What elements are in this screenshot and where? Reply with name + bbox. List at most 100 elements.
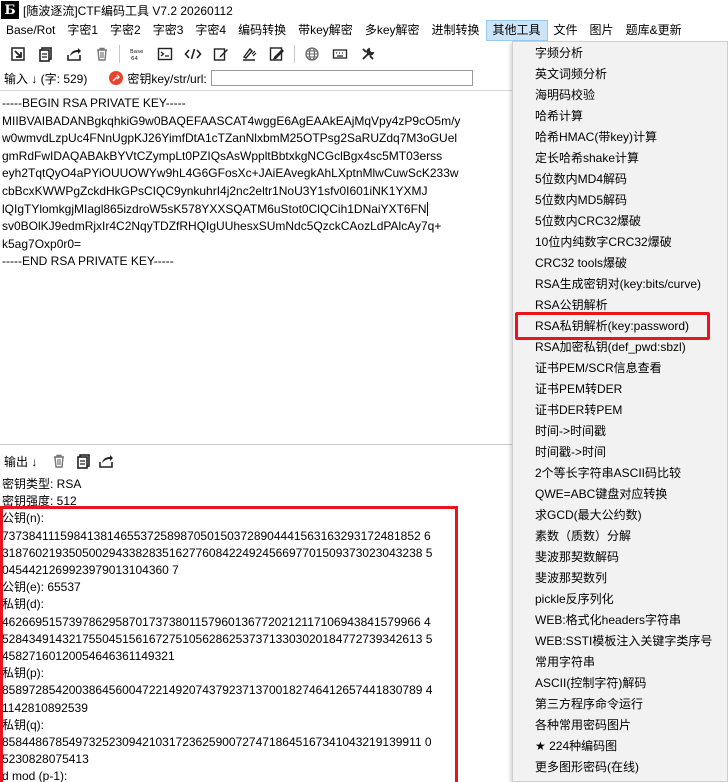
- other-tools-dropdown: 字频分析 英文词频分析 海明码校验 哈希计算 哈希HMAC(带key)计算 定长…: [512, 41, 728, 782]
- app-icon: Б: [1, 1, 19, 19]
- menu-item-prime-factorization[interactable]: 素数（质数）分解: [513, 526, 727, 547]
- toolbar-separator: [294, 45, 295, 63]
- output-line: 公钥(e): 65537: [2, 580, 81, 595]
- output-line: 8584486785497325230942103172362590072747…: [2, 735, 432, 750]
- menu-encoding-convert[interactable]: 编码转换: [232, 20, 292, 41]
- output-line: 8589728542003864560047221492074379237137…: [2, 683, 433, 698]
- menu-item-hash-calc[interactable]: 哈希计算: [513, 106, 727, 127]
- menu-item-ascii-control-decode[interactable]: ASCII(控制字符)解码: [513, 673, 727, 694]
- menu-file[interactable]: 文件: [548, 20, 584, 41]
- terminal-icon[interactable]: [151, 42, 179, 66]
- input-bar: 输入 ↓ (字: 529) 密钥key/str/url:: [0, 68, 515, 88]
- menu-item-rsa-public-key-parse[interactable]: RSA公钥解析: [513, 295, 727, 316]
- output-line: 密钥强度: 512: [2, 494, 77, 509]
- input-textarea[interactable]: -----BEGIN RSA PRIVATE KEY----- MIIBVAIB…: [0, 90, 512, 440]
- title-bar: Б [随波逐流]CTF编码工具 V7.2 20260112: [0, 0, 728, 20]
- input-line: cbBcxKWWPgZckdHkGPsCIQC9ynkuhrI4j2nc2elt…: [2, 183, 428, 198]
- globe-icon[interactable]: [298, 42, 326, 66]
- output-label: 输出 ↓: [4, 454, 38, 469]
- input-line: w0wmvdLzpUc4FNnUgpKJ26YimfDtA1cTZanNlxbm…: [2, 131, 458, 146]
- menu-item-hmac-calc[interactable]: 哈希HMAC(带key)计算: [513, 127, 727, 148]
- menu-item-timestamp-to-time[interactable]: 时间戳->时间: [513, 442, 727, 463]
- keyboard-icon[interactable]: [326, 42, 354, 66]
- tools-icon[interactable]: [354, 42, 382, 66]
- menu-item-shake-calc[interactable]: 定长哈希shake计算: [513, 148, 727, 169]
- menu-item-cert-pem-view[interactable]: 证书PEM/SCR信息查看: [513, 358, 727, 379]
- trash-icon[interactable]: [88, 42, 116, 66]
- toolbar: Base 64: [0, 41, 515, 67]
- output-line: 公钥(n):: [2, 511, 45, 526]
- output-line: 密钥类型: RSA: [2, 477, 82, 491]
- code-icon[interactable]: [179, 42, 207, 66]
- menu-item-crc32-5digit[interactable]: 5位数内CRC32爆破: [513, 211, 727, 232]
- format-icon[interactable]: [235, 42, 263, 66]
- import-icon[interactable]: [4, 42, 32, 66]
- menu-item-time-to-timestamp[interactable]: 时间->时间戳: [513, 421, 727, 442]
- text-caret: [426, 202, 428, 217]
- menu-item-pickle-deserialize[interactable]: pickle反序列化: [513, 589, 727, 610]
- key-input[interactable]: [210, 70, 473, 86]
- menu-multikey-decrypt[interactable]: 多key解密: [359, 20, 426, 41]
- menu-update[interactable]: 题库&更新: [620, 20, 688, 41]
- menu-item-gcd[interactable]: 求GCD(最大公约数): [513, 505, 727, 526]
- input-line: MIIBVAIBADANBgkqhkiG9w0BAQEFAASCAT4wggE6…: [2, 113, 461, 128]
- menu-item-der-to-pem[interactable]: 证书DER转PEM: [513, 400, 727, 421]
- menu-zimi1[interactable]: 字密1: [61, 20, 104, 41]
- menu-item-qwe-abc[interactable]: QWE=ABC键盘对应转换: [513, 484, 727, 505]
- menu-key-decrypt[interactable]: 带key解密: [292, 20, 359, 41]
- menu-item-rsa-private-key-parse[interactable]: RSA私钥解析(key:password): [513, 316, 727, 337]
- output-line: 5284349143217550451561672751056286253737…: [2, 631, 433, 646]
- toolbar-separator: [119, 45, 120, 63]
- input-line: k5ag7Oxp0r0=: [2, 236, 82, 251]
- menu-item-rsa-encrypt-private-key[interactable]: RSA加密私钥(def_pwd:sbzl): [513, 337, 727, 358]
- menu-item-char-frequency[interactable]: 字频分析: [513, 43, 727, 64]
- menu-item-web-headers-format[interactable]: WEB:格式化headers字符串: [513, 610, 727, 631]
- menu-item-common-strings[interactable]: 常用字符串: [513, 652, 727, 673]
- clear-output-icon[interactable]: [45, 449, 73, 473]
- output-line: d mod (p-1):: [2, 769, 68, 782]
- menu-item-web-ssti[interactable]: WEB:SSTI模板注入关键字类序号: [513, 631, 727, 652]
- menu-item-crc32-tools[interactable]: CRC32 tools爆破: [513, 253, 727, 274]
- output-line: 5230828075413: [2, 752, 89, 767]
- menu-item-pem-to-der[interactable]: 证书PEM转DER: [513, 379, 727, 400]
- copy-output-icon[interactable]: [73, 449, 95, 473]
- menu-item-ascii-compare[interactable]: 2个等长字符串ASCII码比较: [513, 463, 727, 484]
- pane-divider[interactable]: [0, 444, 512, 445]
- key-label: 密钥key/str/url:: [127, 71, 207, 86]
- output-line: 私钥(p):: [2, 666, 45, 681]
- menu-item-md4-decode[interactable]: 5位数内MD4解码: [513, 169, 727, 190]
- key-icon: [109, 71, 124, 85]
- input-line-text: lQIgTYlomkgjMIagl865izdroW5sK578YXXSQATM…: [2, 201, 427, 216]
- edit-icon[interactable]: [207, 42, 235, 66]
- share-icon[interactable]: [60, 42, 88, 66]
- menu-item-rsa-generate-keypair[interactable]: RSA生成密钥对(key:bits/curve): [513, 274, 727, 295]
- output-line: 0454421269923979013104360 7: [2, 563, 179, 578]
- menu-zimi2[interactable]: 字密2: [104, 20, 147, 41]
- menu-other-tools[interactable]: 其他工具: [485, 20, 548, 41]
- menu-item-224-encoding-chart[interactable]: ★ 224种编码图: [513, 736, 727, 757]
- pen-signature-icon[interactable]: [263, 42, 291, 66]
- menu-item-hamming-check[interactable]: 海明码校验: [513, 85, 727, 106]
- menu-image[interactable]: 图片: [584, 20, 620, 41]
- output-textarea[interactable]: 密钥类型: RSA 密钥强度: 512 公钥(n): 7373841115984…: [0, 476, 512, 782]
- window-title: [随波逐流]CTF编码工具 V7.2 20260112: [23, 3, 233, 18]
- menu-item-fibonacci-sequence[interactable]: 斐波那契数列: [513, 568, 727, 589]
- menu-item-cipher-images[interactable]: 各种常用密码图片: [513, 715, 727, 736]
- menu-item-crc32-10digit[interactable]: 10位内纯数字CRC32爆破: [513, 232, 727, 253]
- output-bar: 输出 ↓: [0, 450, 512, 472]
- menu-item-third-party-command[interactable]: 第三方程序命令运行: [513, 694, 727, 715]
- menu-zimi4[interactable]: 字密4: [189, 20, 232, 41]
- base64-icon[interactable]: Base 64: [123, 42, 151, 66]
- menu-item-fibonacci-decode[interactable]: 斐波那契数解码: [513, 547, 727, 568]
- menu-base-rot[interactable]: Base/Rot: [0, 20, 61, 41]
- share-output-icon[interactable]: [95, 449, 117, 473]
- input-label: 输入 ↓ (字: 529): [4, 71, 88, 86]
- menu-item-more-graphic-ciphers[interactable]: 更多图形密码(在线): [513, 757, 727, 778]
- menu-item-md5-decode[interactable]: 5位数内MD5解码: [513, 190, 727, 211]
- copy-icon[interactable]: [32, 42, 60, 66]
- input-line: eyh2TqtQyO4aPYiOUUOWYw9hL4G6GFosXc+JAiEA…: [2, 166, 459, 181]
- menu-zimi3[interactable]: 字密3: [147, 20, 190, 41]
- menu-base-convert[interactable]: 进制转换: [426, 20, 486, 41]
- menu-item-english-word-frequency[interactable]: 英文词频分析: [513, 64, 727, 85]
- svg-text:Base: Base: [130, 49, 144, 55]
